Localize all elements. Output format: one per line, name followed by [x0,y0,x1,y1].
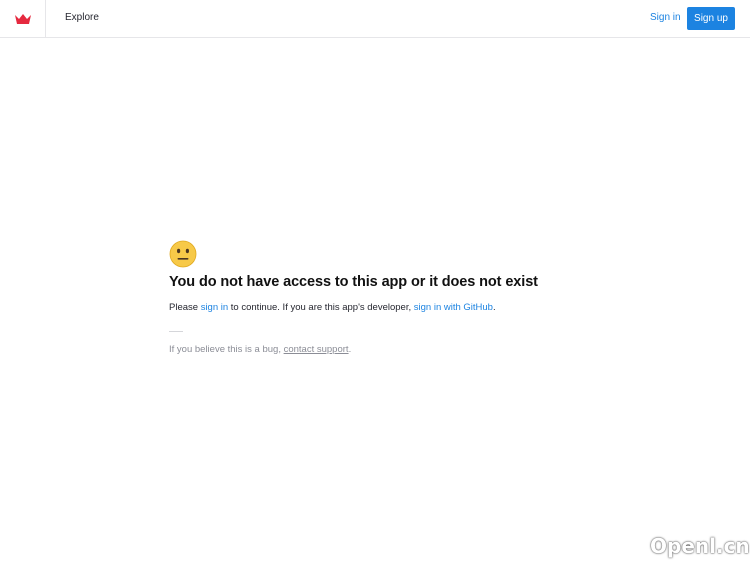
access-denied-panel: You do not have access to this app or it… [169,240,589,355]
sign-in-github-link[interactable]: sign in with GitHub [414,302,493,313]
sign-in-link[interactable]: Sign in [650,12,681,23]
neutral-face-emoji-icon [169,240,197,268]
explore-link[interactable]: Explore [65,12,99,23]
message-suffix: . [492,302,496,313]
sign-up-button[interactable]: Sign up [687,7,735,30]
sign-in-inline-link[interactable]: sign in [201,302,228,313]
message-middle: to continue. If you are this app's devel… [228,302,414,313]
page-title: You do not have access to this app or it… [169,274,538,290]
crown-logo-icon [14,13,31,24]
logo-link[interactable] [0,0,46,37]
message-prefix: Please [169,302,201,313]
top-navigation-bar: Explore Sign in Sign up [0,0,750,38]
bug-prefix: If you believe this is a bug, [169,344,284,355]
contact-support-link[interactable]: contact support [284,344,349,355]
divider [169,331,183,332]
bug-report-message: If you believe this is a bug, contact su… [169,344,589,355]
access-message: Please sign in to continue. If you are t… [169,302,589,313]
bug-suffix: . [348,344,352,355]
watermark-text: Openl.cn [650,534,750,558]
